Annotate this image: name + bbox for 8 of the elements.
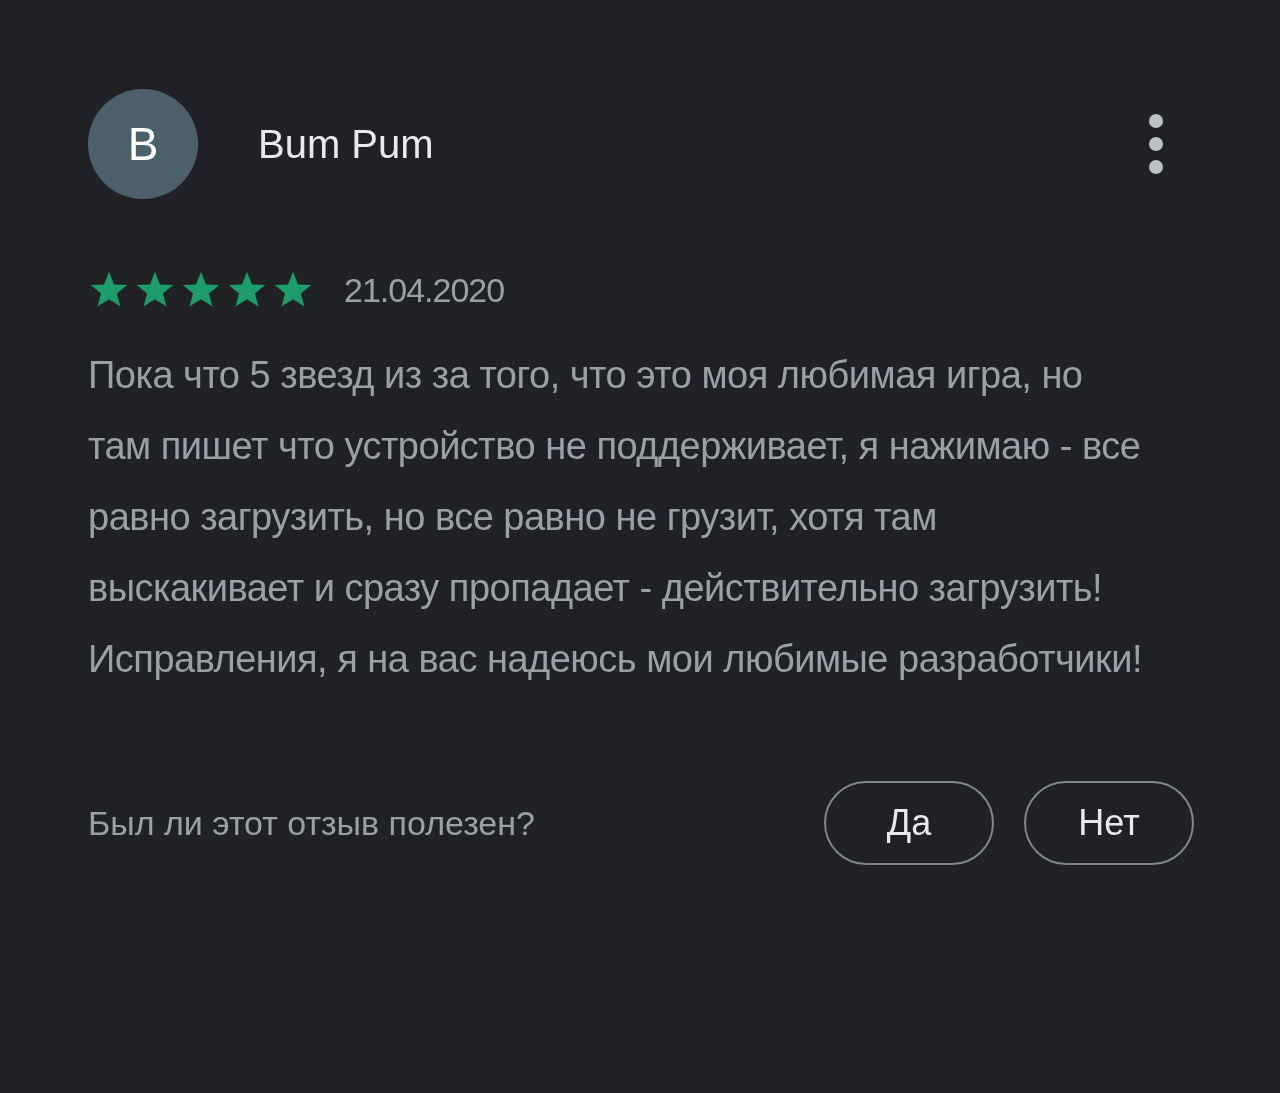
more-options-icon[interactable] <box>1148 113 1164 175</box>
vote-button[interactable]: Нет <box>1024 781 1194 865</box>
avatar: B <box>88 89 198 199</box>
vote-button[interactable]: Да <box>824 781 994 865</box>
helpful-question: Был ли этот отзыв полезен? <box>88 803 535 843</box>
author-name: Bum Pum <box>258 121 435 167</box>
review-text: Пока что 5 звезд из за того, что это моя любимая игра, но там пишет что устройство не поддерживает, я нажимаю - все равно загрузить, но все равно не грузит, хотя там выскакивает и сразу пропадает - действительно загрузить! Исправления, я на вас надеюсь мои любимые разработчики! <box>88 353 1143 682</box>
review-date: 21.04.2020 <box>344 270 505 310</box>
